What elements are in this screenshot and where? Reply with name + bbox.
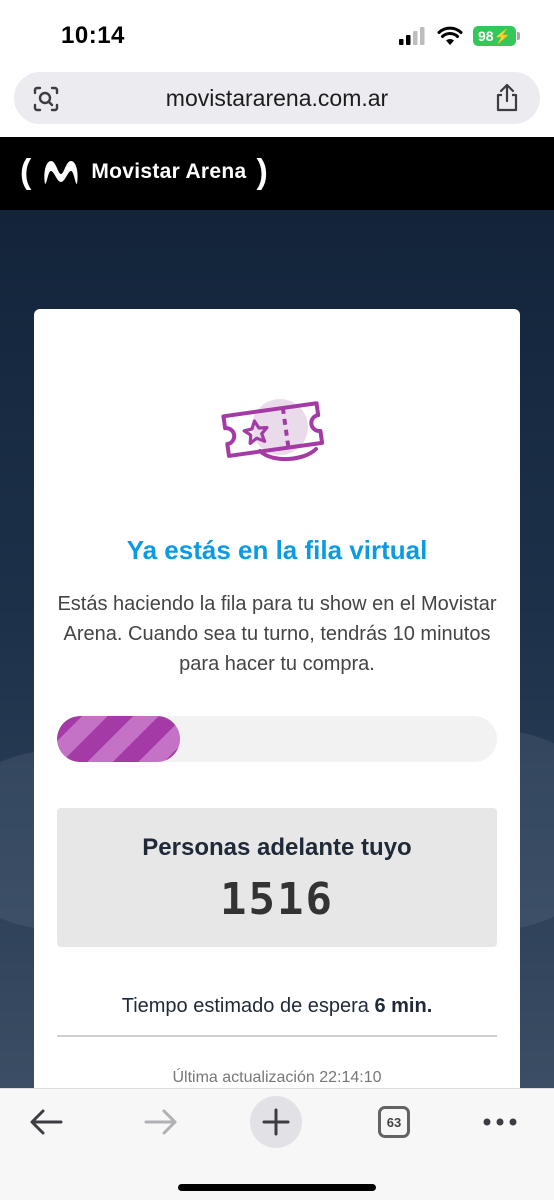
charging-bolt-icon: ⚡ — [493, 28, 511, 44]
queue-progress-bar — [57, 716, 497, 762]
movistar-m-icon — [44, 161, 78, 184]
status-icons: 98⚡ — [398, 26, 521, 46]
new-tab-button[interactable] — [250, 1096, 302, 1148]
tabs-button[interactable]: 63 — [372, 1099, 416, 1145]
ticket-icon — [221, 399, 325, 462]
battery-charging-icon: 98⚡ — [472, 26, 521, 46]
forward-arrow-icon[interactable] — [143, 1107, 179, 1137]
url-text[interactable]: movistararena.com.ar — [14, 85, 540, 112]
queue-progress-fill — [57, 716, 181, 762]
last-update: Última actualización 22:14:10 — [172, 1069, 382, 1086]
estimated-wait-value: 6 min. — [374, 995, 433, 1017]
people-ahead-label: Personas adelante tuyo — [142, 834, 412, 861]
people-ahead-count: 1516 — [220, 874, 334, 925]
back-button[interactable] — [24, 1099, 68, 1145]
battery-level: 98 — [477, 28, 494, 44]
wifi-icon — [437, 26, 463, 45]
logo-left-bracket-icon: ( — [20, 153, 32, 191]
divider — [57, 1035, 497, 1037]
estimated-wait-label: Tiempo estimado de espera — [121, 995, 369, 1017]
estimated-wait: Tiempo estimado de espera 6 min. — [34, 995, 520, 1018]
brand-name: Movistar Arena — [91, 160, 247, 183]
address-bar[interactable]: movistararena.com.ar — [14, 72, 540, 124]
more-button[interactable] — [478, 1099, 522, 1145]
logo-right-bracket-icon: ) — [256, 153, 268, 191]
tabs-icon[interactable]: 63 — [378, 1106, 410, 1138]
browser-toolbar: 63 — [0, 1088, 554, 1200]
people-ahead-box: Personas adelante tuyo 1516 — [57, 808, 497, 947]
status-bar: 10:14 98⚡ — [0, 0, 554, 70]
site-logo[interactable]: ( Movistar Arena ) — [20, 155, 268, 189]
new-tab-icon[interactable] — [262, 1108, 290, 1136]
queue-card: Ya estás en la fila virtual Estás hacien… — [34, 309, 520, 1109]
more-icon[interactable] — [482, 1117, 518, 1127]
cellular-signal-icon — [398, 27, 425, 45]
status-time: 10:14 — [61, 22, 125, 49]
queue-description: Estás haciendo la fila para tu show en e… — [57, 593, 497, 675]
home-indicator — [178, 1184, 376, 1191]
site-header: ( Movistar Arena ) — [0, 137, 554, 210]
forward-button[interactable] — [139, 1099, 183, 1145]
back-arrow-icon[interactable] — [28, 1107, 64, 1137]
share-icon[interactable] — [494, 83, 520, 113]
queue-title: Ya estás en la fila virtual — [126, 535, 428, 565]
